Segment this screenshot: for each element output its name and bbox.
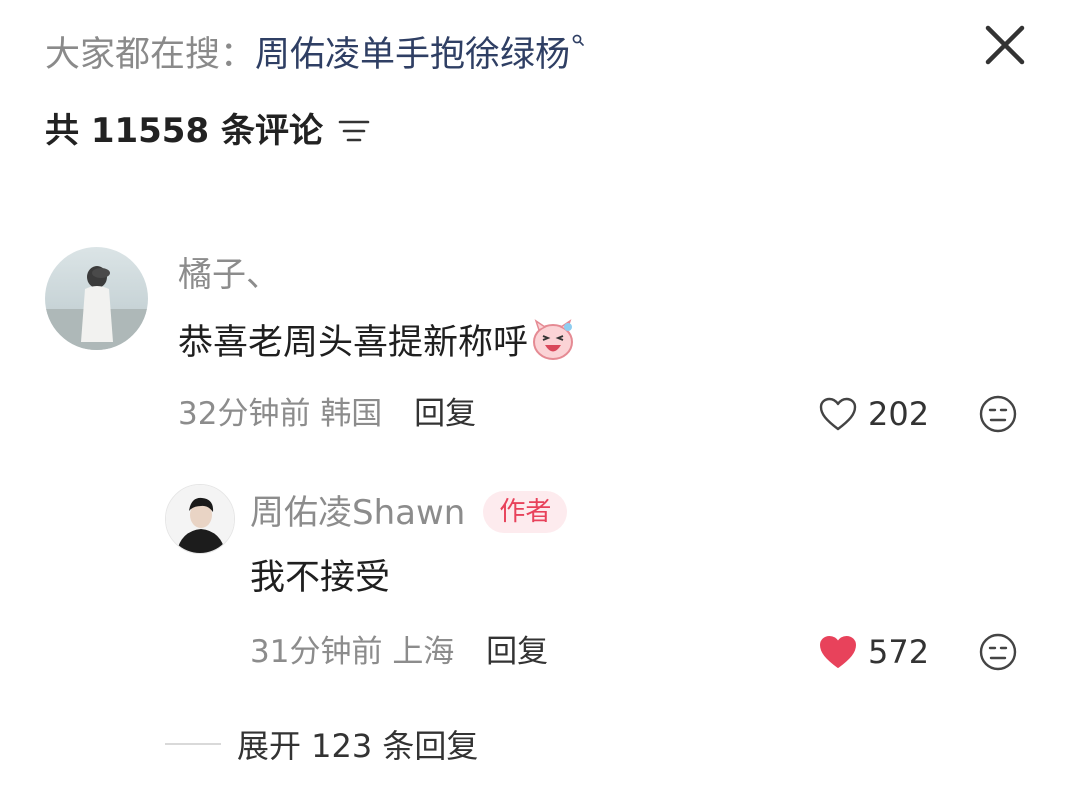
reply-location: 上海 (392, 634, 455, 670)
reply-username[interactable]: 周佑凌Shawn (250, 493, 465, 533)
avatar-image (166, 485, 234, 553)
avatar[interactable] (45, 247, 148, 350)
reply-content: 我不接受 (250, 558, 391, 598)
avatar-image (45, 266, 148, 350)
search-icon (572, 34, 584, 46)
expand-divider (165, 743, 221, 745)
comment-count-header: 共 11558 条评论 (45, 108, 371, 154)
reply-button[interactable]: 回复 (486, 634, 548, 670)
comment-count-label: 共 11558 条评论 (45, 111, 323, 151)
heart-outline-icon (819, 397, 857, 431)
close-icon[interactable] (980, 22, 1030, 68)
like-button[interactable]: 202 (818, 392, 929, 436)
reply-time: 31分钟前 (250, 634, 383, 670)
search-prefix-label: 大家都在搜： (45, 35, 256, 75)
sort-filter-icon[interactable] (337, 116, 371, 146)
comment-content: 恭喜老周头喜提新称呼 (178, 318, 576, 368)
comment-time: 32分钟前 (178, 396, 311, 432)
reply-button[interactable]: 回复 (414, 396, 476, 432)
heart-filled-icon (820, 636, 856, 668)
comment-username[interactable]: 橘子、 (178, 252, 280, 298)
expand-replies-label: 展开 123 条回复 (237, 727, 479, 765)
like-button-active[interactable]: 572 (818, 630, 929, 674)
comment-location: 韩国 (320, 396, 383, 432)
dislike-face-icon[interactable] (978, 632, 1018, 672)
laughing-pig-emoji (533, 319, 574, 360)
comment-text: 恭喜老周头喜提新称呼 (178, 323, 529, 363)
like-count: 202 (868, 395, 930, 433)
author-badge: 作者 (483, 491, 568, 533)
reply-meta: 31分钟前 上海 回复 (250, 630, 548, 674)
expand-replies-button[interactable]: 展开 123 条回复 (165, 722, 478, 766)
like-count: 572 (868, 633, 930, 671)
dislike-face-icon[interactable] (978, 394, 1018, 434)
author-avatar[interactable] (165, 484, 235, 554)
reply-author-line: 周佑凌Shawn 作者 (250, 490, 568, 537)
comment-meta: 32分钟前 韩国 回复 (178, 392, 476, 436)
search-suggestion[interactable]: 大家都在搜：周佑凌单手抱徐绿杨 (45, 30, 584, 80)
search-term-link[interactable]: 周佑凌单手抱徐绿杨 (255, 35, 570, 75)
